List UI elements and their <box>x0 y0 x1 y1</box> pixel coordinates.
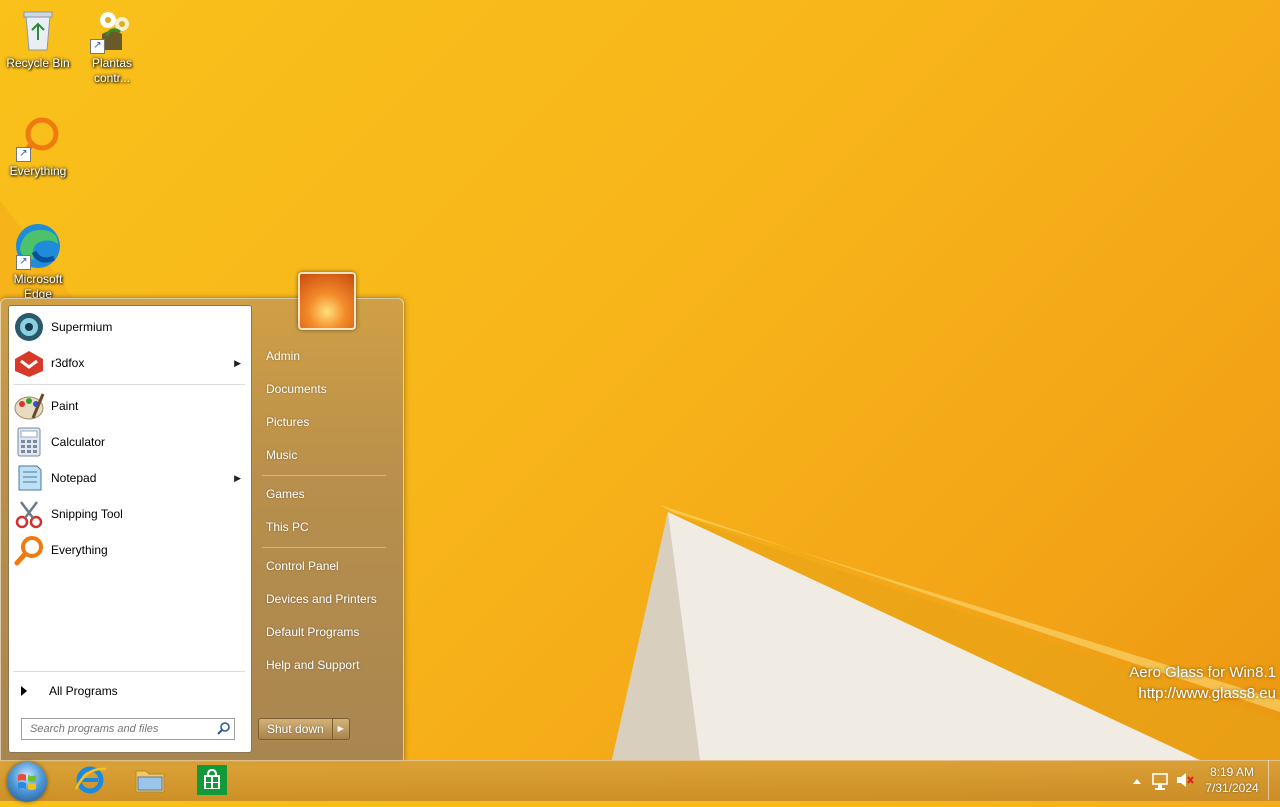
desktop-icon-edge[interactable]: ↗ Microsoft Edge <box>0 222 76 298</box>
start-item-label: Supermium <box>51 320 113 334</box>
desktop-icon-label: Plantas contr... <box>91 56 133 85</box>
start-item-calculator[interactable]: Calculator <box>13 425 249 459</box>
search-icon[interactable] <box>217 721 231 735</box>
desktop-icon-label: Microsoft Edge <box>13 272 63 298</box>
desktop-icon-recycle-bin[interactable]: Recycle Bin <box>0 6 76 71</box>
supermium-icon <box>13 311 45 343</box>
store-icon <box>197 765 227 795</box>
separator <box>262 547 386 548</box>
calculator-icon <box>13 426 45 458</box>
aero-glass-watermark: Aero Glass for Win8.1 http://www.glass8.… <box>1129 662 1276 704</box>
start-item-label: Calculator <box>51 435 106 449</box>
taskbar <box>0 760 1280 801</box>
show-desktop-button[interactable] <box>1268 760 1280 800</box>
start-menu-programs-pane: Supermium r3dfox ▶ Paint Calculator Note… <box>8 305 252 753</box>
shutdown-control: Shut down ▶ <box>258 718 350 740</box>
desktop-icon-plantas[interactable]: ↗ Plantas contr... <box>74 6 150 86</box>
shortcut-arrow-icon: ↗ <box>90 39 105 54</box>
start-right-help-support[interactable]: Help and Support <box>258 651 398 679</box>
snipping-tool-icon <box>13 498 45 530</box>
start-item-label: Notepad <box>51 471 97 485</box>
start-right-games[interactable]: Games <box>258 480 398 508</box>
start-search-box[interactable] <box>21 718 235 740</box>
taskbar-clock[interactable]: 8:19 AM 7/31/2024 <box>1200 764 1264 796</box>
submenu-arrow-icon[interactable]: ▶ <box>234 358 241 369</box>
shortcut-arrow-icon: ↗ <box>16 147 31 162</box>
user-picture[interactable] <box>298 272 356 330</box>
start-button[interactable] <box>7 762 47 802</box>
start-right-this-pc[interactable]: This PC <box>258 513 398 541</box>
submenu-arrow-icon[interactable]: ▶ <box>234 473 241 484</box>
shortcut-arrow-icon: ↗ <box>16 255 31 270</box>
start-item-label: Everything <box>51 543 108 557</box>
start-right-documents[interactable]: Documents <box>258 375 398 403</box>
start-item-paint[interactable]: Paint <box>13 389 249 423</box>
show-hidden-icons-button[interactable] <box>1128 760 1146 800</box>
start-item-snipping-tool[interactable]: Snipping Tool <box>13 497 249 531</box>
start-item-r3dfox[interactable]: r3dfox ▶ <box>13 346 249 380</box>
taskbar-file-explorer[interactable] <box>132 763 168 797</box>
start-item-label: Paint <box>51 399 79 413</box>
network-icon <box>1152 773 1168 790</box>
file-explorer-icon <box>135 770 165 793</box>
start-item-notepad[interactable]: Notepad ▶ <box>13 461 249 495</box>
start-right-devices-printers[interactable]: Devices and Printers <box>258 585 398 613</box>
start-right-pictures[interactable]: Pictures <box>258 408 398 436</box>
start-item-supermium[interactable]: Supermium <box>13 310 249 344</box>
separator <box>13 671 245 672</box>
windows-logo-icon <box>18 774 36 790</box>
flower-icon: ↗ <box>88 6 136 54</box>
clock-time: 8:19 AM <box>1209 765 1255 779</box>
desktop-icon-label: Everything <box>9 164 67 178</box>
chevron-up-icon <box>1133 779 1141 784</box>
edge-icon: ↗ <box>14 222 62 270</box>
shutdown-options-arrow-icon[interactable]: ▶ <box>332 718 350 740</box>
watermark-line-2: http://www.glass8.eu <box>1138 685 1276 702</box>
taskbar-internet-explorer[interactable] <box>72 763 108 797</box>
start-item-label: Snipping Tool <box>51 507 123 521</box>
internet-explorer-icon <box>74 766 107 794</box>
notepad-icon <box>13 462 45 494</box>
desktop-icon-label: Recycle Bin <box>6 56 70 70</box>
start-right-default-programs[interactable]: Default Programs <box>258 618 398 646</box>
all-programs-label: All Programs <box>49 684 118 698</box>
clock-date: 7/31/2024 <box>1205 781 1259 795</box>
separator <box>13 384 245 385</box>
separator <box>262 475 386 476</box>
everything-icon <box>13 534 45 566</box>
start-right-music[interactable]: Music <box>258 441 398 469</box>
taskbar-store[interactable] <box>194 763 230 797</box>
everything-icon: ↗ <box>14 114 62 162</box>
network-tray-icon[interactable] <box>1150 760 1172 800</box>
start-item-label: r3dfox <box>51 356 85 370</box>
triangle-right-icon <box>21 686 27 696</box>
watermark-line-1: Aero Glass for Win8.1 <box>1129 664 1276 681</box>
desktop-icon-everything[interactable]: ↗ Everything <box>0 114 76 179</box>
start-item-everything[interactable]: Everything <box>13 533 249 567</box>
r3dfox-icon <box>13 347 45 379</box>
all-programs-button[interactable]: All Programs <box>13 680 245 702</box>
volume-muted-icon <box>1177 773 1194 787</box>
volume-tray-icon[interactable] <box>1174 760 1196 800</box>
start-right-admin[interactable]: Admin <box>258 342 398 370</box>
paint-icon <box>13 390 45 422</box>
recycle-bin-icon <box>14 6 62 54</box>
shutdown-button[interactable]: Shut down <box>258 718 333 740</box>
start-right-control-panel[interactable]: Control Panel <box>258 552 398 580</box>
search-input[interactable] <box>28 722 212 736</box>
